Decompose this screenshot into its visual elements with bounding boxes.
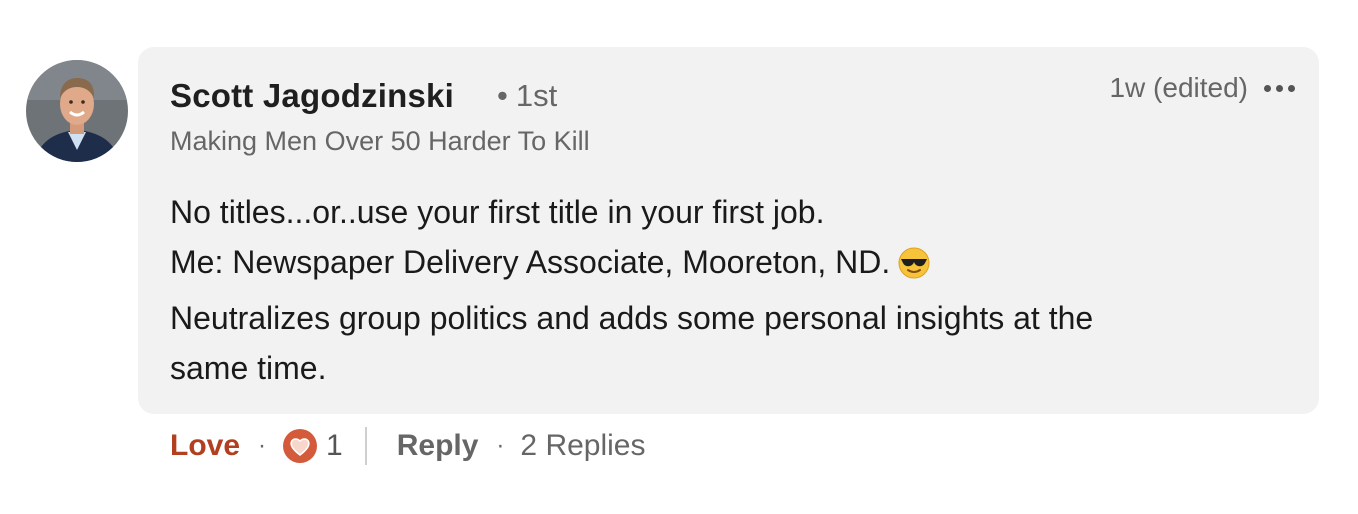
connection-degree: • 1st [497,78,557,114]
separator-dot: · [258,432,267,459]
comment-line: No titles...or..use your first title in … [170,194,825,230]
reply-button[interactable]: Reply [397,429,479,463]
divider [364,427,367,465]
ellipsis-icon[interactable] [1262,79,1297,98]
timestamp: 1w (edited) [1109,72,1248,103]
comment-bubble: Scott Jagodzinski • 1st Making Men Over 5… [138,47,1319,414]
avatar[interactable] [26,60,128,162]
comment-line: Me: Newspaper Delivery Associate, Mooret… [170,244,891,280]
comment-line-with-emoji: Me: Newspaper Delivery Associate, Mooret… [170,237,1259,293]
reaction-count[interactable]: 1 [326,429,343,463]
degree-separator: • [497,78,508,113]
degree-label: 1st [515,78,558,113]
heart-reaction-icon[interactable] [282,428,318,464]
sunglasses-emoji-icon [898,243,930,293]
replies-link[interactable]: 2 Replies [520,429,645,463]
comment-body: No titles...or..use your first title in … [170,187,1259,393]
author-name[interactable]: Scott Jagodzinski [170,77,454,115]
comment-line: Neutralizes group politics and adds some… [170,300,1094,336]
comment-meta: 1w (edited) [1109,72,1297,104]
separator-dot: · [496,432,505,459]
comment-actions: Love · 1 Reply · 2 Replies [170,426,646,466]
comment-line: same time. [170,350,327,386]
author-headline: Making Men Over 50 Harder To Kill [170,126,590,156]
reaction-button[interactable]: Love [170,429,240,463]
